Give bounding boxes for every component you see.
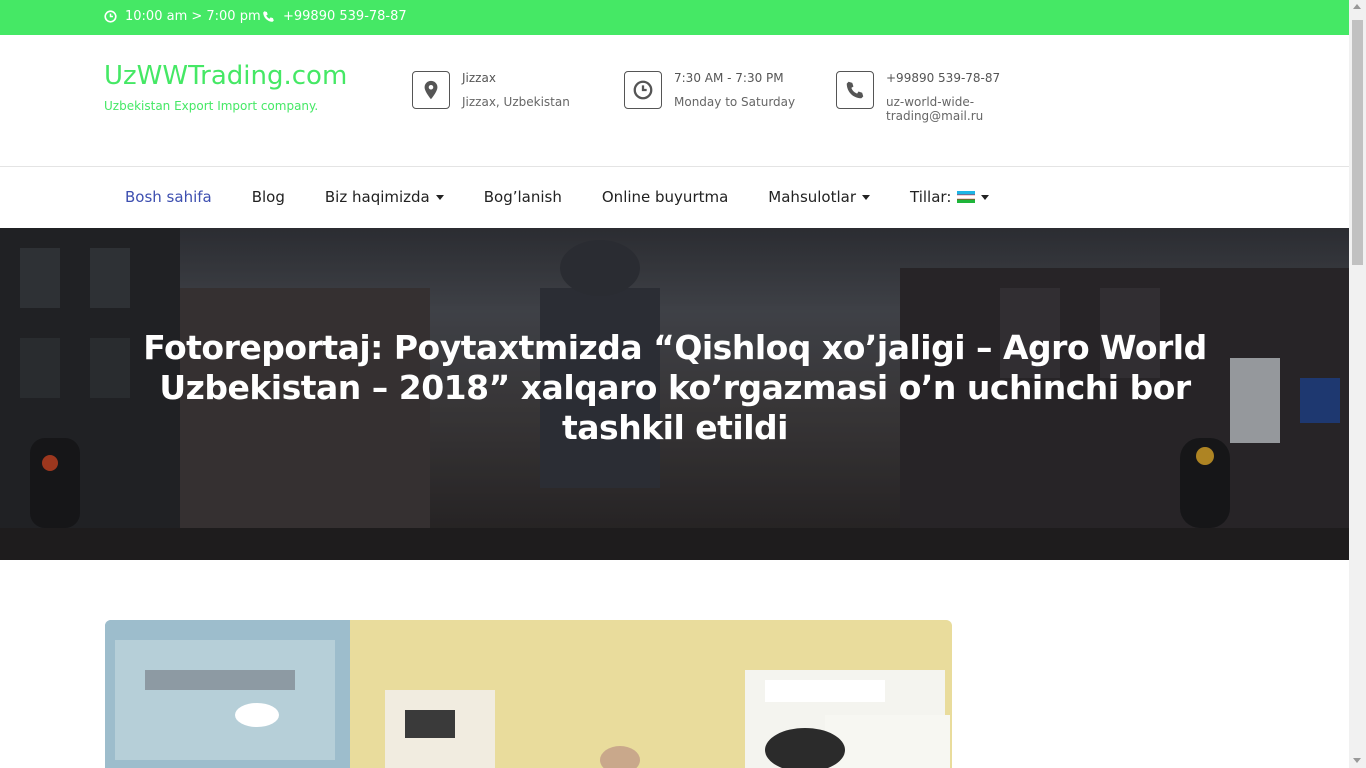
location-icon-box: [412, 71, 450, 109]
location-detail: Jizzax, Uzbekistan: [462, 95, 570, 109]
phone-icon: [846, 81, 864, 99]
exhibition-photo: [105, 620, 952, 768]
nav-item-home[interactable]: Bosh sahifa: [125, 188, 212, 206]
phone-text[interactable]: +99890 539-78-87: [283, 9, 407, 24]
caret-down-icon: [981, 194, 990, 200]
nav-item-about[interactable]: Biz haqimizda: [325, 188, 444, 206]
caret-down-icon: [862, 194, 871, 200]
contact-email[interactable]: uz-world-wide-trading@mail.ru: [886, 95, 996, 123]
caret-down-icon: [435, 194, 444, 200]
clock-icon: [104, 10, 117, 23]
schedule-detail: Monday to Saturday: [674, 95, 796, 109]
contact-icon-box: [836, 71, 874, 109]
nav-item-blog[interactable]: Blog: [252, 188, 285, 206]
schedule-title: 7:30 AM - 7:30 PM: [674, 71, 784, 85]
nav-item-products[interactable]: Mahsulotlar: [768, 188, 871, 206]
site-header: UzWWTrading.com Uzbekistan Export Import…: [0, 35, 1349, 167]
nav-item-contact[interactable]: Bog’lanish: [484, 188, 562, 206]
page-title: Fotoreportaj: Poytaxtmizda “Qishloq xo’j…: [143, 328, 1207, 447]
hours-text: 10:00 am > 7:00 pm: [125, 9, 261, 24]
hero-banner: Fotoreportaj: Poytaxtmizda “Qishloq xo’j…: [0, 228, 1349, 560]
clock-icon: [633, 80, 653, 100]
site-tagline: Uzbekistan Export Import company.: [104, 99, 319, 113]
article-photo: [105, 620, 952, 768]
uzbekistan-flag-icon: [957, 191, 976, 203]
contact-phone[interactable]: +99890 539-78-87: [886, 71, 1000, 85]
nav-item-languages[interactable]: Tillar:: [910, 188, 990, 206]
hours-info: 10:00 am > 7:00 pm: [104, 9, 261, 24]
location-title: Jizzax: [462, 71, 496, 85]
vertical-scrollbar[interactable]: [1349, 0, 1366, 768]
phone-info: +99890 539-78-87: [262, 9, 407, 24]
site-logo[interactable]: UzWWTrading.com: [104, 61, 347, 91]
phone-icon: [263, 11, 274, 22]
schedule-block: 7:30 AM - 7:30 PM Monday to Saturday: [624, 71, 795, 109]
map-marker-icon: [424, 80, 438, 100]
schedule-icon-box: [624, 71, 662, 109]
scroll-up-icon[interactable]: [1353, 4, 1361, 9]
top-bar: 10:00 am > 7:00 pm +99890 539-78-87: [0, 0, 1349, 35]
scrollbar-thumb[interactable]: [1352, 20, 1363, 265]
scroll-down-icon[interactable]: [1353, 758, 1361, 763]
main-navigation: Bosh sahifa Blog Biz haqimizda Bog’lanis…: [0, 168, 1349, 228]
location-block: Jizzax Jizzax, Uzbekistan: [412, 71, 570, 109]
contact-block: +99890 539-78-87 uz-world-wide-trading@m…: [836, 71, 1000, 123]
nav-item-online-order[interactable]: Online buyurtma: [602, 188, 728, 206]
